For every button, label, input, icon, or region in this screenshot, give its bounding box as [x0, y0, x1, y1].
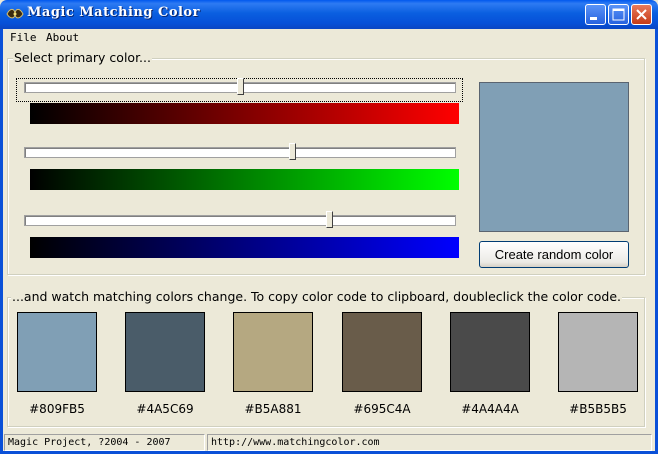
matching-swatch-1	[17, 312, 97, 392]
matching-group-label: ...and watch matching colors change. To …	[11, 289, 623, 304]
red-slider-thumb[interactable]	[237, 78, 244, 95]
color-preview	[479, 82, 629, 232]
create-random-color-button[interactable]: Create random color	[479, 241, 629, 268]
maximize-button[interactable]	[608, 4, 629, 25]
minimize-icon	[590, 17, 597, 20]
status-url: http://www.matchingcolor.com	[207, 434, 652, 451]
app-icon	[6, 8, 24, 19]
color-code-4[interactable]: #695C4A	[342, 402, 422, 416]
status-copyright: Magic Project, ?2004 - 2007	[4, 434, 205, 451]
matching-swatch-2	[125, 312, 205, 392]
minimize-button[interactable]	[585, 4, 606, 25]
close-button[interactable]	[631, 4, 652, 25]
matching-colors-group	[7, 297, 645, 427]
window-title: Magic Matching Color	[27, 5, 200, 20]
primary-group-label: Select primary color...	[13, 50, 152, 65]
color-code-1[interactable]: #809FB5	[17, 402, 97, 416]
matching-swatch-6	[558, 312, 638, 392]
menu-about[interactable]: About	[46, 31, 79, 44]
blue-slider-track[interactable]	[24, 215, 456, 226]
color-code-3[interactable]: #B5A881	[233, 402, 313, 416]
matching-swatch-3	[233, 312, 313, 392]
close-icon	[636, 9, 647, 20]
blue-slider-thumb[interactable]	[326, 211, 333, 228]
color-code-2[interactable]: #4A5C69	[125, 402, 205, 416]
green-slider-track[interactable]	[24, 147, 456, 158]
matching-swatch-4	[342, 312, 422, 392]
matching-swatch-5	[450, 312, 530, 392]
green-slider-thumb[interactable]	[289, 143, 296, 160]
blue-gradient-bar	[30, 237, 459, 258]
red-gradient-bar	[30, 103, 459, 124]
menu-file[interactable]: File	[10, 31, 37, 44]
color-code-5[interactable]: #4A4A4A	[450, 402, 530, 416]
green-gradient-bar	[30, 169, 459, 190]
maximize-icon	[612, 8, 625, 21]
color-code-6[interactable]: #B5B5B5	[558, 402, 638, 416]
